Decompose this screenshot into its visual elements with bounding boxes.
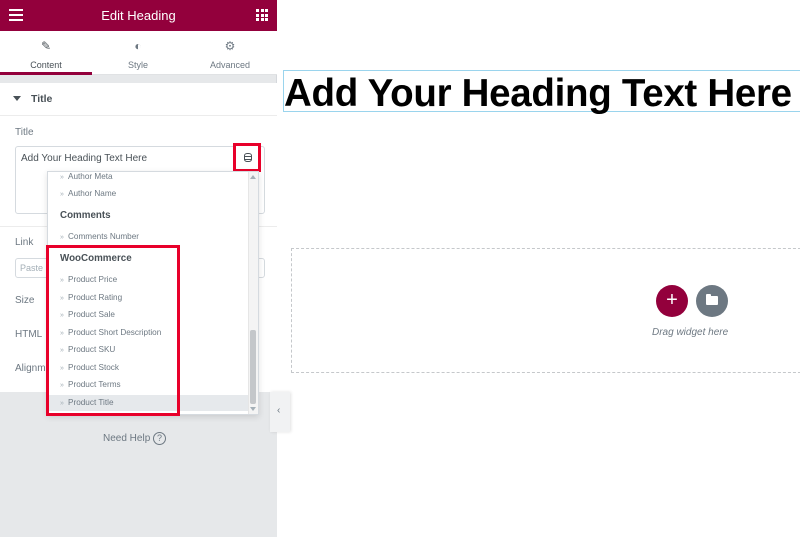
dynamic-tags-button[interactable] <box>233 143 261 172</box>
link-label: Link <box>15 237 34 248</box>
html-tag-label: HTML <box>15 329 43 340</box>
caret-down-icon <box>13 96 21 101</box>
chevron-right-icon: » <box>60 382 64 389</box>
dropdown-item-label: Product Price <box>68 275 118 284</box>
dropdown-item[interactable]: » Product Stock <box>60 363 119 372</box>
dropdown-item-label: Product Stock <box>68 363 119 372</box>
alignment-label: Alignm <box>15 363 46 374</box>
dropdown-item[interactable]: » Product SKU <box>60 345 115 354</box>
dropdown-item[interactable]: » Product Price <box>60 275 117 284</box>
panel-tabs: ✎ Content ◐ Style ⚙ Advanced <box>0 31 277 75</box>
pencil-icon: ✎ <box>40 39 52 53</box>
help-icon[interactable]: ? <box>153 432 166 445</box>
dropdown-group-woocommerce: WooCommerce <box>60 253 132 264</box>
tab-content[interactable]: ✎ Content <box>0 31 92 75</box>
dropdown-scrollbar[interactable] <box>248 172 258 414</box>
scroll-up-icon[interactable] <box>250 175 256 179</box>
chevron-left-icon: ‹ <box>277 405 281 416</box>
dropdown-item[interactable]: » Author Name <box>60 189 116 198</box>
dropdown-item[interactable]: » Product Sale <box>60 310 115 319</box>
dynamic-tags-dropdown[interactable]: » Author Meta » Author Name Comments » Comm… <box>47 171 259 415</box>
chevron-right-icon: » <box>60 191 64 198</box>
panel-header: Edit Heading <box>0 0 277 31</box>
dropdown-item[interactable]: » Product Rating <box>60 293 122 302</box>
dropdown-item-label: Product Short Description <box>68 328 162 337</box>
dropdown-group-comments: Comments <box>60 210 111 221</box>
heading-text: Add Your Heading Text Here <box>284 72 792 115</box>
dropdown-item[interactable]: » Product Terms <box>60 380 121 389</box>
dropdown-item[interactable]: » Comments Number <box>60 232 139 241</box>
chevron-right-icon: » <box>60 234 64 241</box>
panel-title: Edit Heading <box>101 8 176 23</box>
dropdown-item[interactable]: » Author Meta <box>60 172 113 181</box>
title-value: Add Your Heading Text Here <box>21 153 148 164</box>
dropdown-item-label: Product SKU <box>68 345 116 354</box>
database-icon <box>244 153 252 162</box>
section-title: Title <box>31 93 53 105</box>
chevron-right-icon: » <box>60 330 64 337</box>
heading-widget[interactable]: Add Your Heading Text Here <box>283 70 800 115</box>
tab-content-label: Content <box>30 60 62 70</box>
dropdown-item[interactable]: » Product Short Description <box>60 328 161 337</box>
folder-icon <box>706 294 718 305</box>
tab-style-label: Style <box>127 60 148 70</box>
add-template-button[interactable] <box>696 285 728 317</box>
add-section-button[interactable]: + <box>656 285 688 317</box>
tab-advanced-label: Advanced <box>209 60 251 70</box>
link-placeholder: Paste <box>20 263 44 273</box>
dropdown-item-label: Author Meta <box>68 172 113 181</box>
chevron-right-icon: » <box>60 400 64 407</box>
dropdown-item-label: Author Name <box>68 189 117 198</box>
need-help-link[interactable]: Need Help <box>103 433 150 444</box>
size-label: Size <box>15 295 35 306</box>
dropdown-item-label: Product Title <box>68 398 114 407</box>
tab-style[interactable]: ◐ Style <box>92 31 184 75</box>
contrast-icon: ◐ <box>134 39 142 53</box>
elementor-editor: Edit Heading ✎ Content ◐ Style ⚙ Advance… <box>0 0 800 537</box>
drag-widget-hint: Drag widget here <box>652 327 729 338</box>
scroll-thumb[interactable] <box>250 330 256 404</box>
chevron-right-icon: » <box>60 365 64 372</box>
dropdown-item-label: Product Sale <box>68 310 115 319</box>
title-label: Title <box>15 127 34 138</box>
tab-advanced[interactable]: ⚙ Advanced <box>184 31 276 75</box>
dropdown-item-label: Comments Number <box>68 232 139 241</box>
empty-section-dropzone[interactable]: + Drag widget here <box>291 248 800 373</box>
gear-icon: ⚙ <box>224 39 236 53</box>
widgets-grid-icon[interactable] <box>256 9 268 21</box>
chevron-right-icon: » <box>60 277 64 284</box>
section-title-toggle[interactable]: Title <box>0 83 277 116</box>
chevron-right-icon: » <box>60 312 64 319</box>
scroll-down-icon[interactable] <box>250 407 256 411</box>
collapse-panel-button[interactable]: ‹ <box>270 392 290 432</box>
chevron-right-icon: » <box>60 295 64 302</box>
chevron-right-icon: » <box>60 174 64 181</box>
dropdown-item-selected[interactable]: » Product Title <box>48 395 249 411</box>
dropdown-item-label: Product Rating <box>68 293 123 302</box>
dropdown-item-label: Product Terms <box>68 380 121 389</box>
chevron-right-icon: » <box>60 347 64 354</box>
